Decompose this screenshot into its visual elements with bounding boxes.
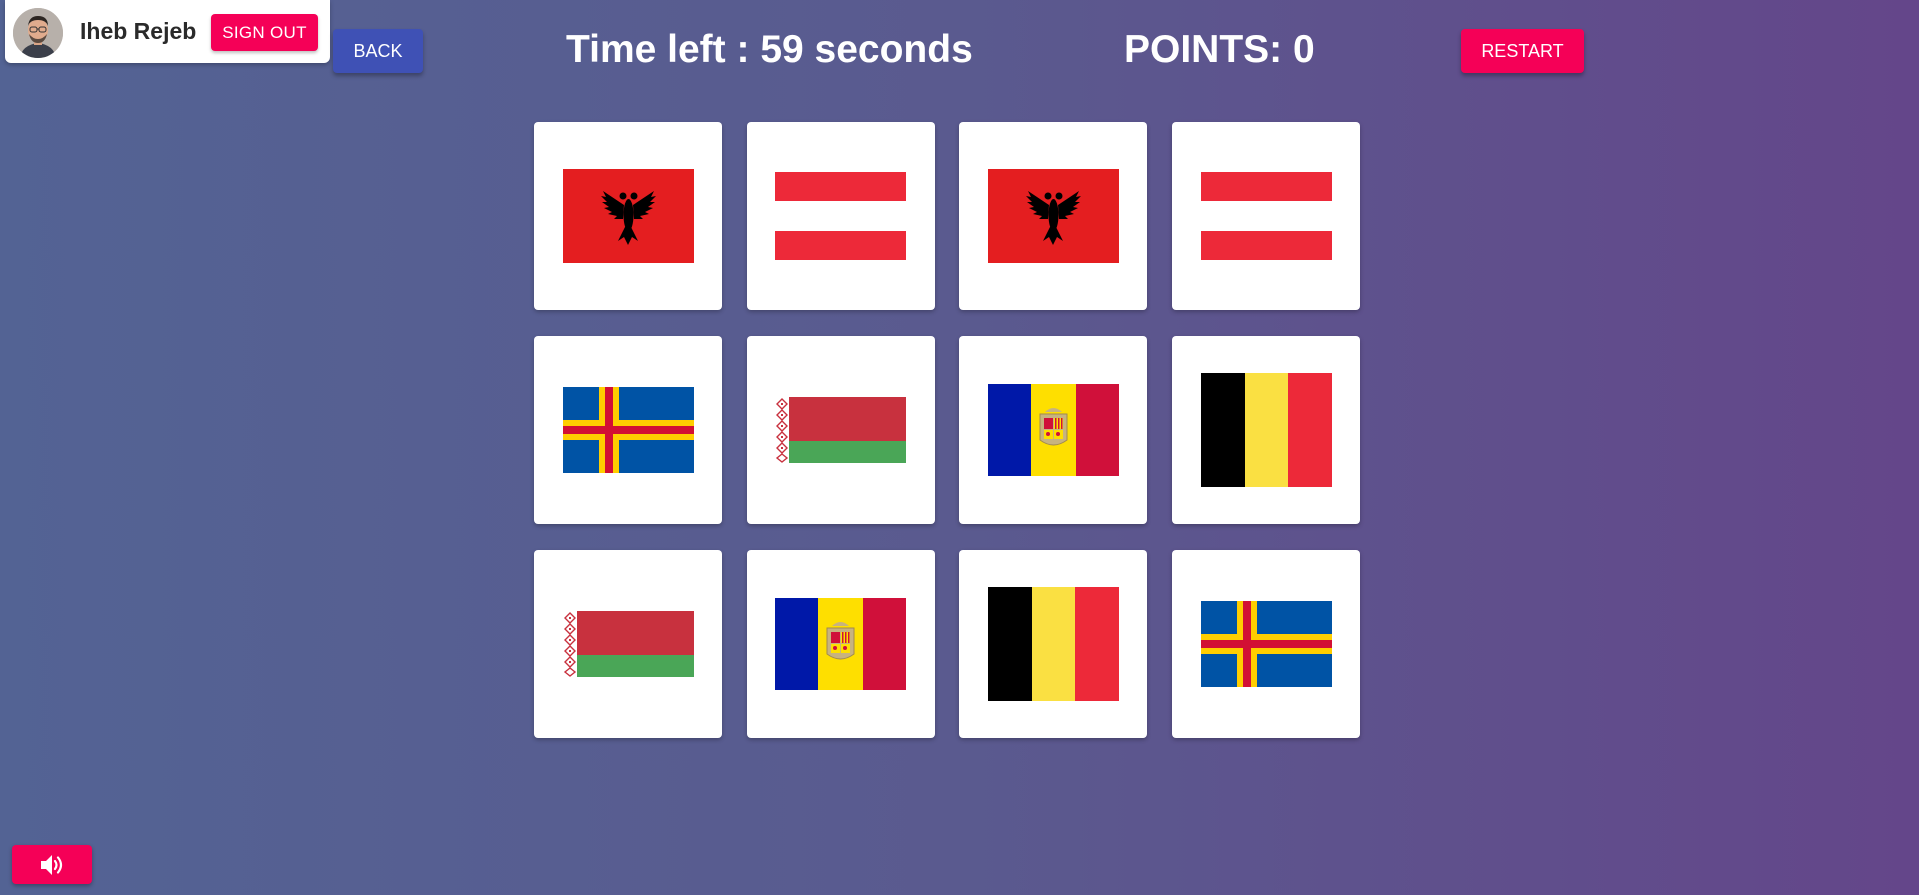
- sound-toggle-button[interactable]: [12, 845, 92, 884]
- card-flag-belarus[interactable]: [534, 550, 722, 738]
- flag-belarus-icon: [775, 397, 907, 463]
- card-flag-belarus[interactable]: [746, 336, 935, 524]
- speaker-volume-icon: [41, 854, 63, 875]
- flag-belgium-icon: [1200, 373, 1332, 487]
- card-flag-aland[interactable]: [1172, 550, 1361, 738]
- timer-display: Time left : 59 seconds: [566, 28, 973, 71]
- avatar: [13, 8, 63, 58]
- card-flag-aland[interactable]: [534, 336, 722, 524]
- card-flag-austria[interactable]: [1172, 122, 1361, 310]
- flag-belarus-icon: [562, 611, 694, 677]
- card-flag-albania[interactable]: [959, 122, 1148, 310]
- flag-belgium-icon: [987, 587, 1119, 701]
- restart-button[interactable]: RESTART: [1461, 29, 1584, 73]
- card-flag-austria[interactable]: [746, 122, 935, 310]
- card-flag-belgium[interactable]: [959, 550, 1148, 738]
- card-flag-belgium[interactable]: [1172, 336, 1361, 524]
- card-flag-andorra[interactable]: [746, 550, 935, 738]
- avatar-image: [13, 8, 63, 58]
- flag-andorra-icon: [987, 384, 1119, 476]
- flag-austria-icon: [1200, 172, 1332, 260]
- user-card: Iheb Rejeb SIGN OUT: [5, 0, 330, 63]
- flag-andorra-icon: [775, 598, 907, 690]
- sign-out-button[interactable]: SIGN OUT: [211, 14, 318, 51]
- card-flag-albania[interactable]: [534, 122, 722, 310]
- flag-aland-icon: [562, 387, 694, 473]
- card-flag-andorra[interactable]: [959, 336, 1148, 524]
- points-display: POINTS: 0: [1124, 28, 1315, 71]
- back-button[interactable]: BACK: [333, 29, 423, 73]
- flag-austria-icon: [775, 172, 907, 260]
- user-name: Iheb Rejeb: [80, 18, 197, 44]
- card-grid: [534, 122, 1361, 738]
- flag-albania-icon: [562, 169, 694, 263]
- flag-aland-icon: [1200, 601, 1332, 687]
- flag-albania-icon: [987, 169, 1119, 263]
